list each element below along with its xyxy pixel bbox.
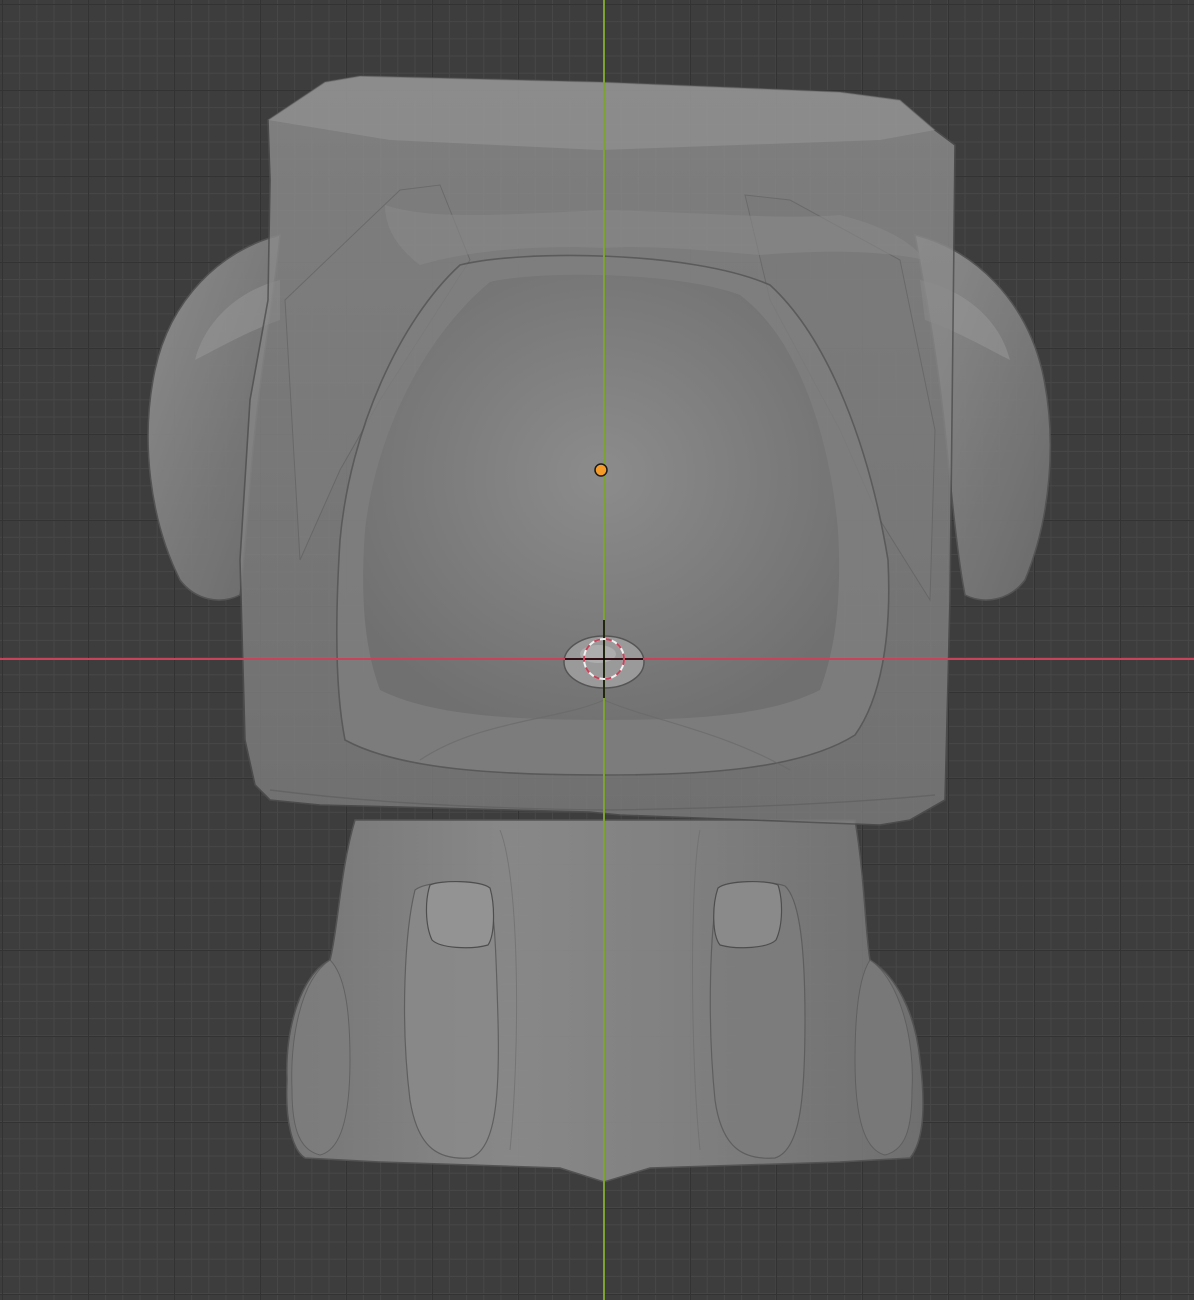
object-origin-icon[interactable]	[594, 463, 608, 477]
viewport-scene	[0, 0, 1194, 1300]
3d-viewport[interactable]	[0, 0, 1194, 1300]
mesh-head[interactable]	[239, 75, 956, 826]
